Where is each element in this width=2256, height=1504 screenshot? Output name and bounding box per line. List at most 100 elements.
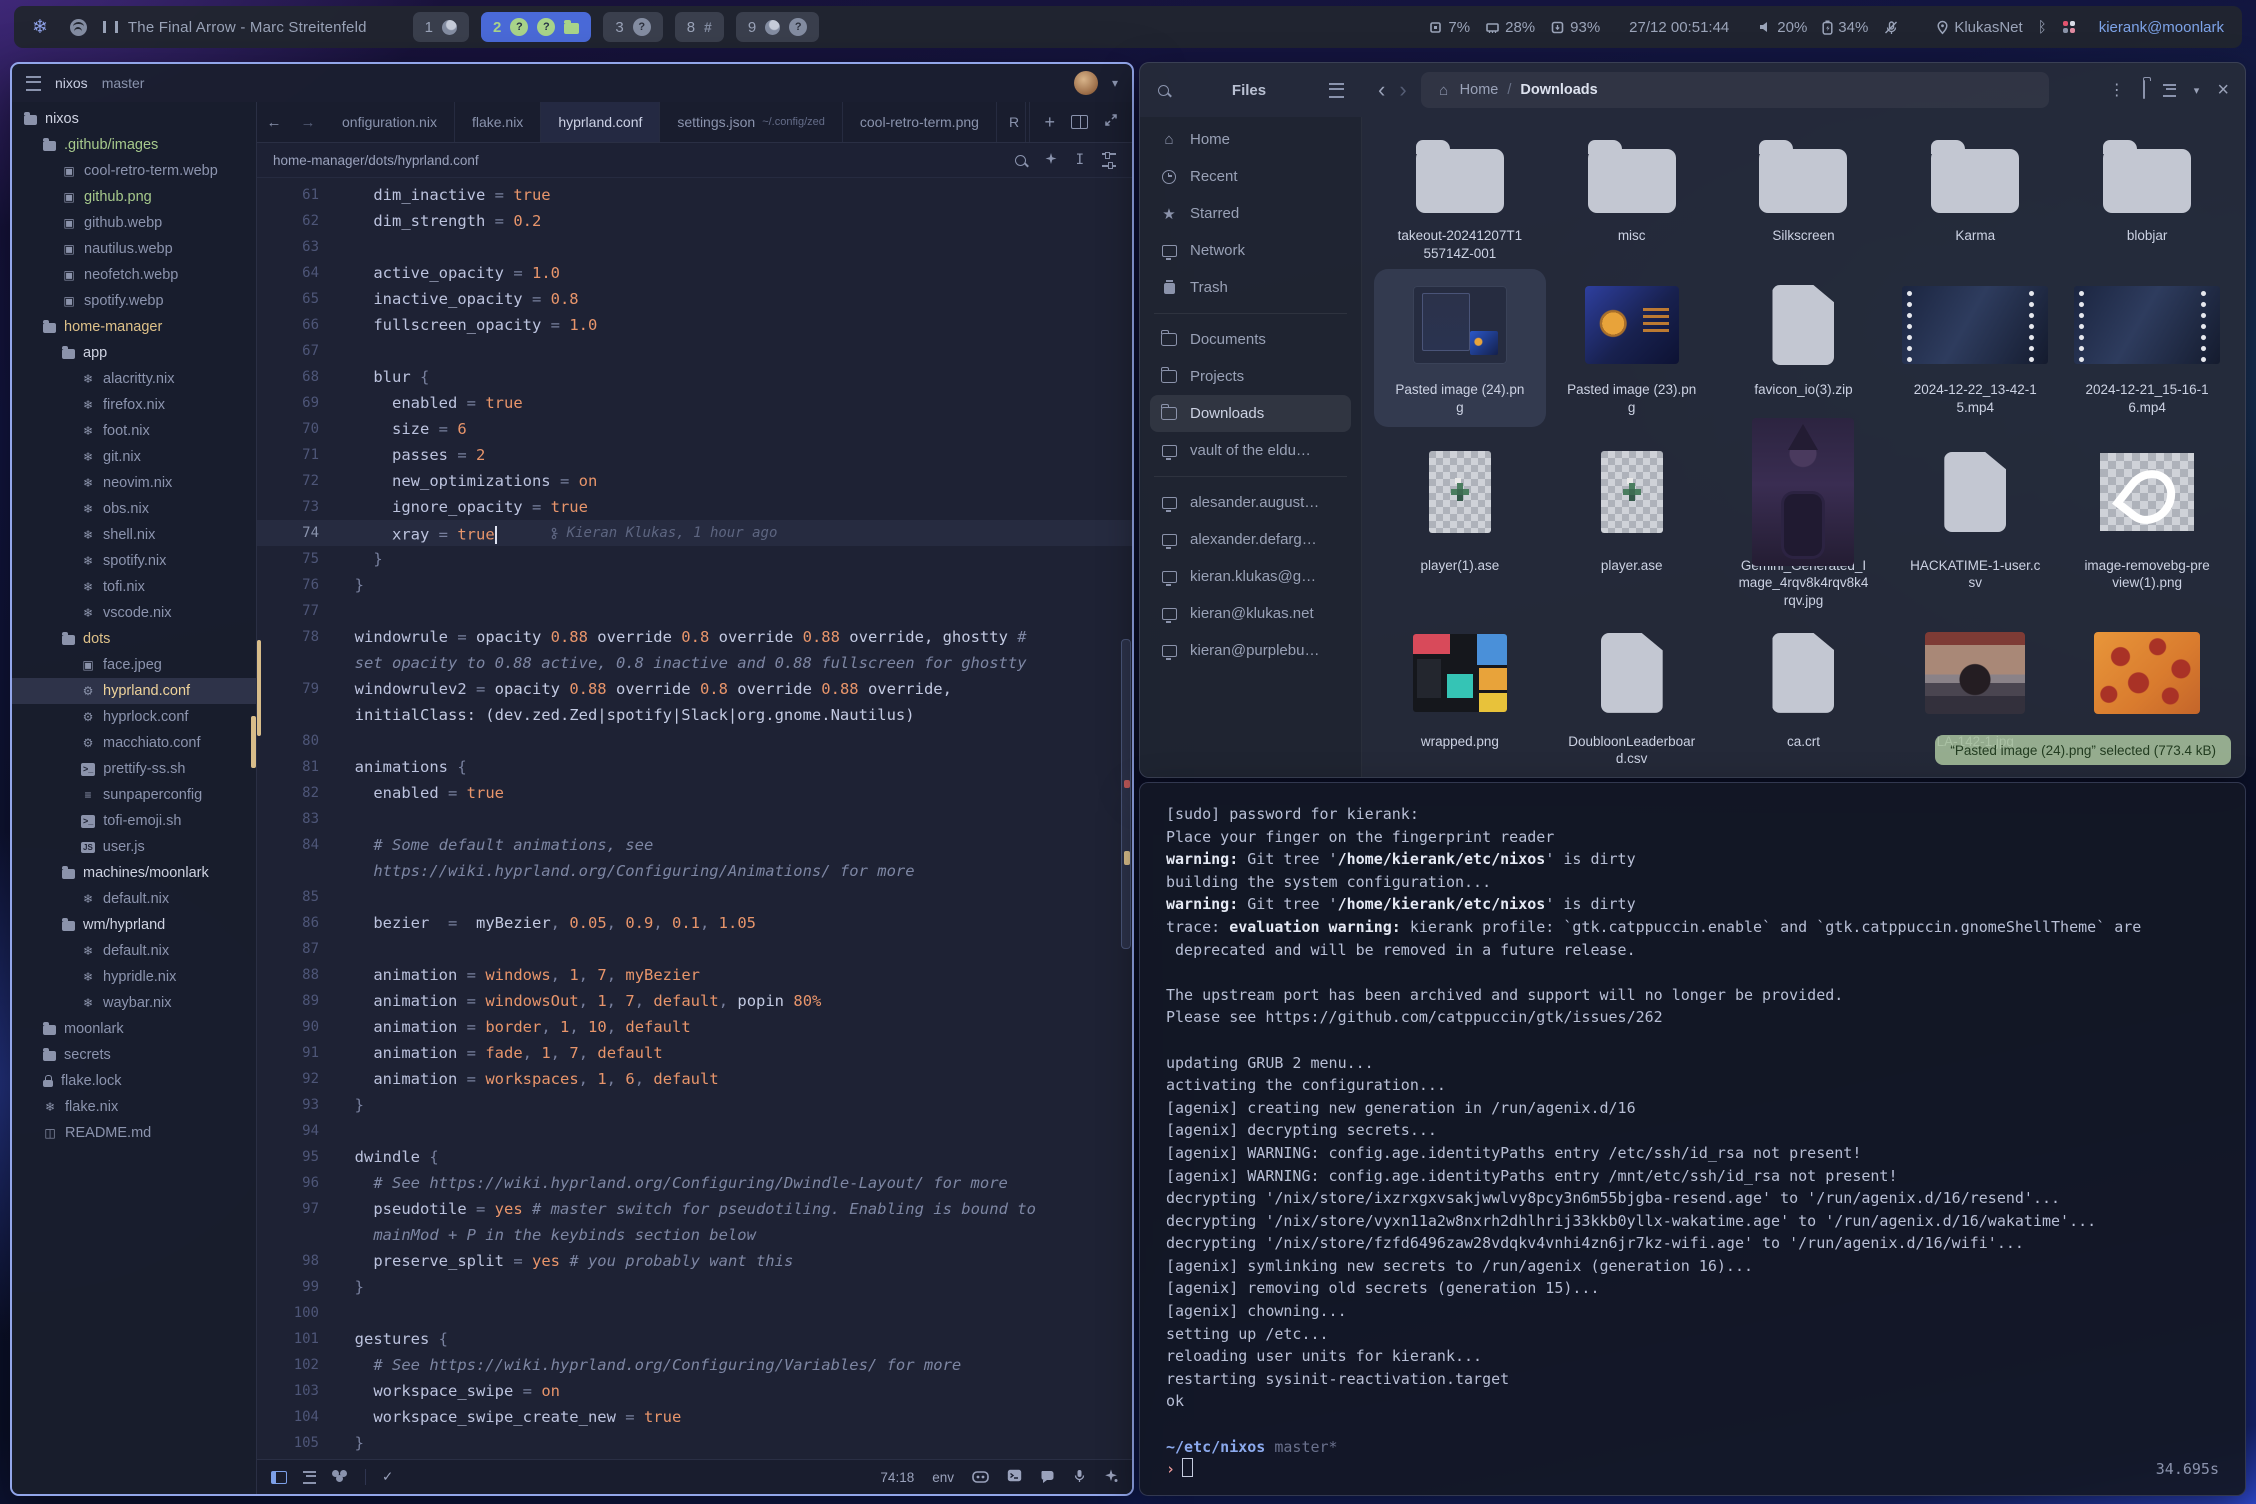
code-line-97[interactable]: 97 pseudotile = yes # master switch for … xyxy=(257,1196,1132,1222)
code-line-81[interactable]: 81 animations { xyxy=(257,754,1132,780)
tree-item-machines/moonlark[interactable]: machines/moonlark xyxy=(12,860,256,886)
code-line-76[interactable]: 76 } xyxy=(257,572,1132,598)
file-item-wrapped.png[interactable]: wrapped.png xyxy=(1374,613,1546,778)
collab-panel-toggle[interactable] xyxy=(332,1470,339,1477)
code-line-96[interactable]: 96 # See https://wiki.hyprland.org/Confi… xyxy=(257,1170,1132,1196)
tree-item-moonlark[interactable]: moonlark xyxy=(12,1016,256,1042)
back-button[interactable]: ‹ xyxy=(1378,79,1385,101)
inline-assist-icon[interactable]: I xyxy=(1076,152,1084,168)
code-line-82[interactable]: 82 enabled = true xyxy=(257,780,1132,806)
file-item-2024-12-22_13-42-15.mp4[interactable]: 2024-12-22_13-42-15.mp4 xyxy=(1889,269,2061,427)
terminal-window[interactable]: [sudo] password for kierank:Place your f… xyxy=(1139,782,2246,1496)
workspace-9[interactable]: 9? xyxy=(736,12,819,42)
tree-item-alacritty.nix[interactable]: ❄alacritty.nix xyxy=(12,366,256,392)
code-line-74[interactable]: 74 xray = trueKieran Klukas, 1 hour ago xyxy=(257,520,1132,546)
mic-muted-icon[interactable] xyxy=(1883,20,1899,35)
new-tab-button[interactable]: + xyxy=(1044,112,1055,133)
nixos-logo-icon[interactable]: ❄ xyxy=(32,16,48,39)
forward-button[interactable]: → xyxy=(291,102,325,142)
code-line-75[interactable]: 75 } xyxy=(257,546,1132,572)
tree-item-face.jpeg[interactable]: ▣face.jpeg xyxy=(12,652,256,678)
code-editor[interactable]: 61 dim_inactive = true62 dim_strength = … xyxy=(257,178,1132,1459)
breadcrumb[interactable]: ⌂Home / Downloads xyxy=(1421,72,2049,108)
sidebar-item-alexander.defarg…[interactable]: alexander.defarg… xyxy=(1150,521,1351,558)
search-icon[interactable] xyxy=(1158,85,1169,96)
kebab-menu-icon[interactable]: ⋮ xyxy=(2109,80,2125,100)
tab-R[interactable]: R xyxy=(997,102,1026,142)
code-line-89[interactable]: 89 animation = windowsOut, 1, 7, default… xyxy=(257,988,1132,1014)
tab-settings.json[interactable]: settings.json ~/.config/zed xyxy=(660,102,843,142)
breadcrumb-root[interactable]: Home xyxy=(1460,82,1499,98)
tree-item-hypridle.nix[interactable]: ❄hypridle.nix xyxy=(12,964,256,990)
tree-item-firefox.nix[interactable]: ❄firefox.nix xyxy=(12,392,256,418)
code-line-100[interactable]: 100 xyxy=(257,1300,1132,1326)
code-line-69[interactable]: 69 enabled = true xyxy=(257,390,1132,416)
split-pane-icon[interactable] xyxy=(1071,115,1088,129)
tree-item-spotify.nix[interactable]: ❄spotify.nix xyxy=(12,548,256,574)
back-button[interactable]: ← xyxy=(257,102,291,142)
panel-scrollbar-thumb[interactable] xyxy=(251,716,256,768)
forward-button[interactable]: › xyxy=(1399,79,1406,101)
code-line-71[interactable]: 71 passes = 2 xyxy=(257,442,1132,468)
copilot-icon[interactable] xyxy=(972,1469,989,1486)
code-line-84[interactable]: 84 # Some default animations, see xyxy=(257,832,1132,858)
tree-item-github.webp[interactable]: ▣github.webp xyxy=(12,210,256,236)
code-line-99[interactable]: 99 } xyxy=(257,1274,1132,1300)
outline-panel-toggle[interactable] xyxy=(303,1471,316,1484)
tree-item-git.nix[interactable]: ❄git.nix xyxy=(12,444,256,470)
sidebar-item-Projects[interactable]: Projects xyxy=(1150,358,1351,395)
cursor-position[interactable]: 74:18 xyxy=(880,1470,914,1485)
code-line-104[interactable]: 104 workspace_swipe_create_new = true xyxy=(257,1404,1132,1430)
media-title[interactable]: The Final Arrow - Marc Streitenfeld xyxy=(128,19,367,36)
chevron-down-icon[interactable]: ▾ xyxy=(1112,76,1118,90)
code-line-wrap[interactable]: mainMod + P in the keybinds section belo… xyxy=(257,1222,1132,1248)
sidebar-item-Downloads[interactable]: Downloads xyxy=(1150,395,1351,432)
tree-item-shell.nix[interactable]: ❄shell.nix xyxy=(12,522,256,548)
sidebar-item-kieran.klukas@g…[interactable]: kieran.klukas@g… xyxy=(1150,558,1351,595)
bluetooth-icon[interactable]: ᛒ xyxy=(2038,19,2047,36)
code-line-wrap[interactable]: https://wiki.hyprland.org/Configuring/An… xyxy=(257,858,1132,884)
code-line-95[interactable]: 95 dwindle { xyxy=(257,1144,1132,1170)
tree-item-app[interactable]: app xyxy=(12,340,256,366)
code-line-98[interactable]: 98 preserve_split = yes # you probably w… xyxy=(257,1248,1132,1274)
code-line-68[interactable]: 68 blur { xyxy=(257,364,1132,390)
tree-item-.github/images[interactable]: .github/images xyxy=(12,132,256,158)
avatar[interactable] xyxy=(1074,71,1098,95)
tree-item-default.nix[interactable]: ❄default.nix xyxy=(12,938,256,964)
project-panel[interactable]: nixos.github/images▣cool-retro-term.webp… xyxy=(12,102,257,1494)
code-line-103[interactable]: 103 workspace_swipe = on xyxy=(257,1378,1132,1404)
terminal-panel-icon[interactable] xyxy=(1007,1469,1022,1485)
workspace-1[interactable]: 1 xyxy=(413,12,469,42)
editor-scrollbar[interactable] xyxy=(1122,178,1132,1459)
sidebar-item-Network[interactable]: Network xyxy=(1150,232,1351,269)
tree-item-neovim.nix[interactable]: ❄neovim.nix xyxy=(12,470,256,496)
code-line-101[interactable]: 101 gestures { xyxy=(257,1326,1132,1352)
code-line-93[interactable]: 93 } xyxy=(257,1092,1132,1118)
zoom-pane-icon[interactable] xyxy=(1104,113,1118,132)
code-line-62[interactable]: 62 dim_strength = 0.2 xyxy=(257,208,1132,234)
network-stat[interactable]: KlukasNet xyxy=(1936,19,2022,36)
breadcrumb[interactable]: home-manager/dots/hyprland.conf xyxy=(273,153,479,168)
tray-icon[interactable] xyxy=(2062,20,2076,34)
assistant-sparkle-icon[interactable] xyxy=(1044,152,1058,169)
code-line-102[interactable]: 102 # See https://wiki.hyprland.org/Conf… xyxy=(257,1352,1132,1378)
tab-cool-retro-term.png[interactable]: cool-retro-term.png xyxy=(843,102,997,142)
code-line-86[interactable]: 86 bezier = myBezier, 0.05, 0.9, 0.1, 1.… xyxy=(257,910,1132,936)
tab-hyprland.conf[interactable]: hyprland.conf xyxy=(541,102,660,142)
tree-item-flake.nix[interactable]: ❄flake.nix xyxy=(12,1094,256,1120)
list-view-icon[interactable] xyxy=(2163,84,2176,97)
tree-item-macchiato.conf[interactable]: ⚙macchiato.conf xyxy=(12,730,256,756)
file-item-takeout-20241207T155714Z-001[interactable]: takeout-20241207T155714Z-001 xyxy=(1374,123,1546,269)
code-line-65[interactable]: 65 inactive_opacity = 0.8 xyxy=(257,286,1132,312)
file-item-Gemini_Generated_Image_4rqv8k4rqv8k4rqv.jpg[interactable]: Gemini_Generated_Image_4rqv8k4rqv8k4rqv.… xyxy=(1718,427,1890,613)
code-line-91[interactable]: 91 animation = fade, 1, 7, default xyxy=(257,1040,1132,1066)
file-item-ca.crt[interactable]: ca.crt xyxy=(1718,613,1890,778)
sidebar-item-Recent[interactable]: Recent xyxy=(1150,158,1351,195)
scrollbar-thumb[interactable] xyxy=(1121,639,1131,948)
code-line-92[interactable]: 92 animation = workspaces, 1, 6, default xyxy=(257,1066,1132,1092)
tree-item-tofi.nix[interactable]: ❄tofi.nix xyxy=(12,574,256,600)
tree-item-nautilus.webp[interactable]: ▣nautilus.webp xyxy=(12,236,256,262)
code-line-90[interactable]: 90 animation = border, 1, 10, default xyxy=(257,1014,1132,1040)
folder-search-icon[interactable] xyxy=(2143,81,2145,99)
tree-item-hyprland.conf[interactable]: ⚙hyprland.conf xyxy=(12,678,256,704)
